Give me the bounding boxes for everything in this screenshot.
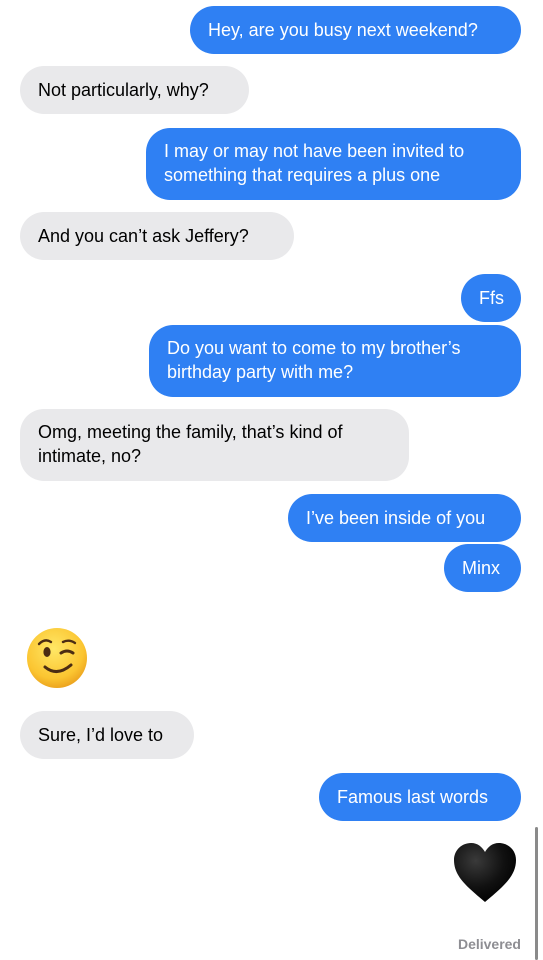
outgoing-message[interactable]: Famous last words bbox=[319, 773, 521, 821]
outgoing-message[interactable]: Do you want to come to my brother’s birt… bbox=[149, 325, 521, 397]
incoming-message[interactable]: Omg, meeting the family, that’s kind of … bbox=[20, 409, 409, 481]
message-text: Hey, are you busy next weekend? bbox=[208, 20, 478, 40]
message-thread: Hey, are you busy next weekend? Not part… bbox=[0, 0, 543, 960]
outgoing-message[interactable]: I may or may not have been invited to so… bbox=[146, 128, 521, 200]
message-text: Ffs bbox=[479, 288, 504, 308]
black-heart-emoji[interactable] bbox=[452, 842, 518, 904]
message-text: Not particularly, why? bbox=[38, 80, 209, 100]
message-text-line: Omg, meeting the family, that’s kind of bbox=[38, 422, 343, 442]
incoming-message[interactable]: And you can’t ask Jeffery? bbox=[20, 212, 294, 260]
message-text-line: intimate, no? bbox=[38, 446, 142, 466]
scrollbar[interactable] bbox=[535, 827, 538, 960]
outgoing-message[interactable]: I’ve been inside of you bbox=[288, 494, 521, 542]
incoming-message[interactable]: Sure, I’d love to bbox=[20, 711, 194, 759]
outgoing-message[interactable]: Hey, are you busy next weekend? bbox=[190, 6, 521, 54]
message-text: Famous last words bbox=[337, 787, 489, 807]
message-text-line: I may or may not have been invited to bbox=[164, 141, 465, 161]
outgoing-message[interactable]: Ffs bbox=[461, 274, 521, 322]
message-text: Sure, I’d love to bbox=[38, 725, 164, 745]
delivered-status: Delivered bbox=[457, 936, 521, 952]
outgoing-message[interactable]: Minx bbox=[444, 544, 521, 592]
message-text-line: Do you want to come to my brother’s bbox=[167, 338, 461, 358]
message-text: I’ve been inside of you bbox=[306, 508, 486, 528]
winking-face-emoji[interactable] bbox=[26, 627, 88, 689]
message-text-line: birthday party with me? bbox=[167, 362, 354, 382]
message-text: And you can’t ask Jeffery? bbox=[38, 226, 249, 246]
message-text: Minx bbox=[462, 558, 501, 578]
incoming-message[interactable]: Not particularly, why? bbox=[20, 66, 249, 114]
message-text-line: something that requires a plus one bbox=[164, 165, 441, 185]
